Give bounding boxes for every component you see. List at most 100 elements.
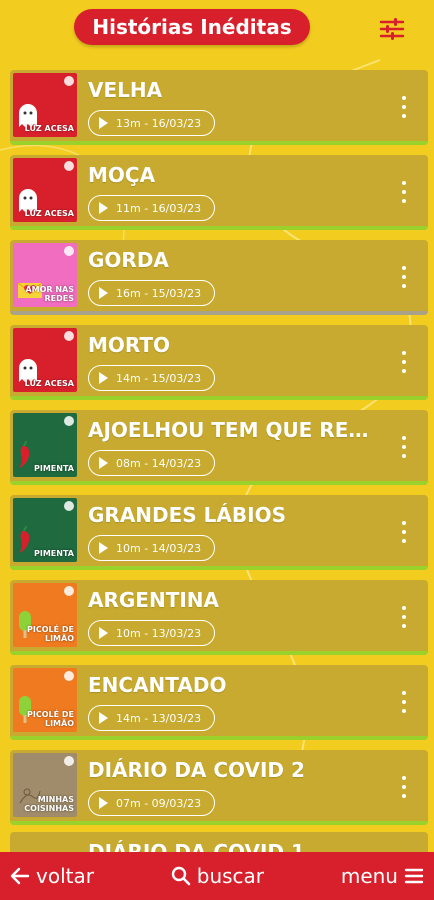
- header: Histórias Inéditas: [0, 0, 434, 62]
- episode-title: MOÇA: [88, 163, 156, 187]
- logo-badge: [64, 501, 74, 511]
- logo-badge: [64, 161, 74, 171]
- more-options-icon[interactable]: [400, 776, 408, 798]
- progress-bar: [10, 736, 428, 740]
- more-options-icon[interactable]: [400, 96, 408, 118]
- episode-title: DIÁRIO DA COVID 2: [88, 758, 305, 782]
- episode-title: GORDA: [88, 248, 169, 272]
- play-icon: [99, 542, 108, 554]
- episode-meta: 10m - 13/03/23: [116, 626, 202, 640]
- show-name: PICOLÉ DE LIMÃO: [27, 710, 74, 728]
- episode-meta: 14m - 13/03/23: [116, 711, 202, 725]
- search-label: buscar: [196, 864, 265, 888]
- list-item[interactable]: PICOLÉ DE LIMÃO ENCANTADO 14m - 13/03/23: [10, 665, 428, 740]
- episode-title: MORTO: [88, 333, 171, 357]
- list-item[interactable]: PIMENTA GRANDES LÁBIOS 10m - 14/03/23: [10, 495, 428, 570]
- play-icon: [99, 712, 108, 724]
- more-options-icon[interactable]: [400, 351, 408, 373]
- play-icon: [99, 457, 108, 469]
- episode-thumbnail[interactable]: PICOLÉ DE LIMÃO: [13, 668, 77, 732]
- menu-label: menu: [340, 864, 398, 888]
- logo-badge: [64, 416, 74, 426]
- play-icon: [99, 372, 108, 384]
- more-options-icon[interactable]: [400, 436, 408, 458]
- pepper-icon: [17, 524, 33, 558]
- list-item[interactable]: AMOR NAS REDES GORDA 16m - 15/03/23: [10, 240, 428, 315]
- list-item[interactable]: LUZ ACESA VELHA 13m - 16/03/23: [10, 70, 428, 145]
- show-name: PIMENTA: [34, 549, 74, 558]
- play-button[interactable]: 11m - 16/03/23: [88, 195, 215, 221]
- pepper-icon: [17, 439, 33, 473]
- show-name: MINHAS COISINHAS: [24, 795, 74, 813]
- play-button[interactable]: 16m - 15/03/23: [88, 280, 215, 306]
- episode-meta: 14m - 15/03/23: [116, 371, 202, 385]
- episode-title: VELHA: [88, 78, 163, 102]
- search-button[interactable]: buscar: [171, 864, 264, 888]
- logo-badge: [64, 76, 74, 86]
- progress-bar: [10, 226, 428, 230]
- menu-button[interactable]: menu: [341, 864, 424, 888]
- play-button[interactable]: 08m - 14/03/23: [88, 450, 215, 476]
- play-button[interactable]: 10m - 14/03/23: [88, 535, 215, 561]
- play-icon: [99, 117, 108, 129]
- play-button[interactable]: 14m - 13/03/23: [88, 705, 215, 731]
- progress-bar: [10, 141, 428, 145]
- play-icon: [99, 627, 108, 639]
- progress-bar: [10, 651, 428, 655]
- episode-thumbnail[interactable]: PIMENTA: [13, 498, 77, 562]
- play-icon: [99, 797, 108, 809]
- list-item[interactable]: LUZ ACESA MORTO 14m - 15/03/23: [10, 325, 428, 400]
- hamburger-icon: [404, 868, 424, 884]
- back-label: voltar: [36, 864, 94, 888]
- play-icon: [99, 202, 108, 214]
- more-options-icon[interactable]: [400, 691, 408, 713]
- logo-badge: [64, 246, 74, 256]
- list-item[interactable]: PICOLÉ DE LIMÃO ARGENTINA 10m - 13/03/23: [10, 580, 428, 655]
- episode-list: LUZ ACESA VELHA 13m - 16/03/23 LUZ ACESA MOÇ…: [10, 70, 428, 835]
- list-item[interactable]: PIMENTA AJOELHOU TEM QUE REZ... 08m - 14/0…: [10, 410, 428, 485]
- episode-title: AJOELHOU TEM QUE REZ...: [88, 418, 378, 442]
- list-item-partial[interactable]: DIÁRIO DA COVID 1: [10, 832, 428, 852]
- episode-meta: 08m - 14/03/23: [116, 456, 202, 470]
- sliders-icon[interactable]: [378, 16, 406, 42]
- show-name: LUZ ACESA: [24, 379, 74, 388]
- progress-bar: [10, 481, 428, 485]
- progress-bar: [10, 311, 428, 315]
- play-button[interactable]: 14m - 15/03/23: [88, 365, 215, 391]
- episode-meta: 07m - 09/03/23: [116, 796, 202, 810]
- progress-bar: [10, 821, 428, 825]
- episode-meta: 13m - 16/03/23: [116, 116, 202, 130]
- logo-badge: [64, 671, 74, 681]
- more-options-icon[interactable]: [400, 181, 408, 203]
- list-item[interactable]: LUZ ACESA MOÇA 11m - 16/03/23: [10, 155, 428, 230]
- show-name: LUZ ACESA: [24, 209, 74, 218]
- back-button[interactable]: voltar: [10, 864, 94, 888]
- episode-thumbnail[interactable]: PICOLÉ DE LIMÃO: [13, 583, 77, 647]
- logo-badge: [64, 331, 74, 341]
- show-name: AMOR NAS REDES: [25, 285, 74, 303]
- episode-meta: 16m - 15/03/23: [116, 286, 202, 300]
- more-options-icon[interactable]: [400, 521, 408, 543]
- show-name: PIMENTA: [34, 464, 74, 473]
- more-options-icon[interactable]: [400, 606, 408, 628]
- episode-thumbnail[interactable]: LUZ ACESA: [13, 328, 77, 392]
- episode-thumbnail[interactable]: AMOR NAS REDES: [13, 243, 77, 307]
- episode-thumbnail[interactable]: PIMENTA: [13, 413, 77, 477]
- episode-thumbnail[interactable]: LUZ ACESA: [13, 73, 77, 137]
- page-title: Histórias Inéditas: [74, 9, 310, 45]
- episode-title: ENCANTADO: [88, 673, 227, 697]
- episode-title: DIÁRIO DA COVID 1: [88, 840, 305, 852]
- list-item[interactable]: MINHAS COISINHAS DIÁRIO DA COVID 2 07m - 0…: [10, 750, 428, 825]
- episode-thumbnail[interactable]: LUZ ACESA: [13, 158, 77, 222]
- play-button[interactable]: 10m - 13/03/23: [88, 620, 215, 646]
- episode-thumbnail[interactable]: MINHAS COISINHAS: [13, 753, 77, 817]
- episode-meta: 11m - 16/03/23: [116, 201, 202, 215]
- progress-bar: [10, 396, 428, 400]
- play-icon: [99, 287, 108, 299]
- play-button[interactable]: 13m - 16/03/23: [88, 110, 215, 136]
- play-button[interactable]: 07m - 09/03/23: [88, 790, 215, 816]
- more-options-icon[interactable]: [400, 266, 408, 288]
- search-icon: [171, 866, 191, 886]
- episode-title: ARGENTINA: [88, 588, 219, 612]
- episode-meta: 10m - 14/03/23: [116, 541, 202, 555]
